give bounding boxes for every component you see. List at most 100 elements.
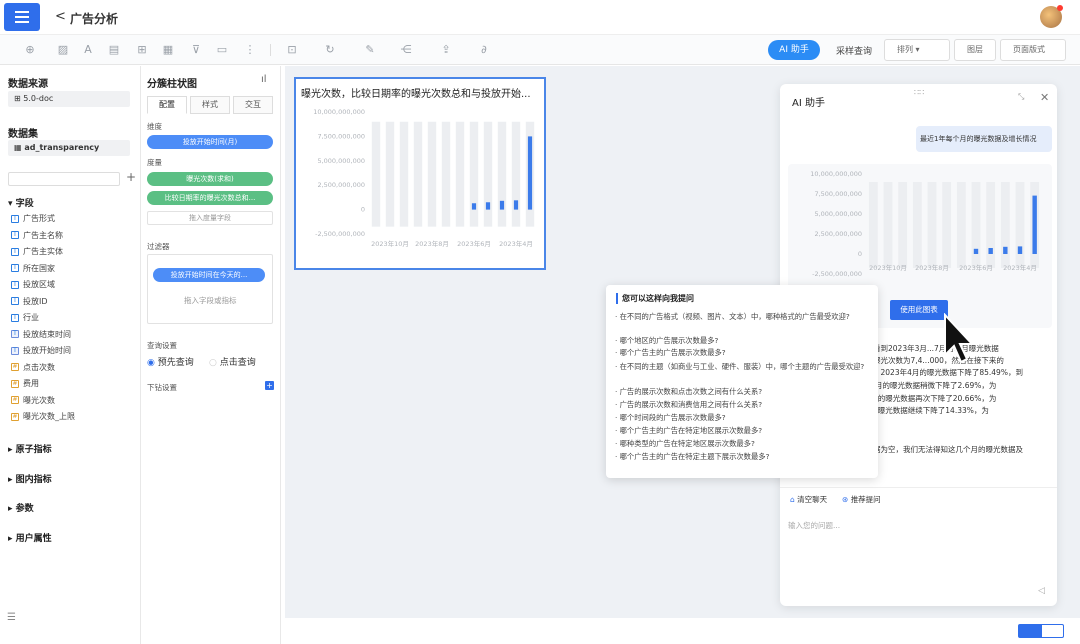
tab-config[interactable]: 配置 — [147, 96, 187, 114]
field-item[interactable]: T 所在国家 — [11, 263, 55, 274]
suggested-question[interactable]: · 哪个广告主的广告在特定主题下展示次数最多? — [615, 451, 871, 462]
question-text: 哪个地区的广告展示次数最多? — [619, 336, 719, 345]
collapse-panel-icon[interactable]: ☰ — [7, 612, 21, 626]
bar-background — [868, 182, 878, 268]
x-tick-label: 2023年8月 — [915, 263, 949, 272]
bar[interactable] — [485, 202, 491, 210]
datasource-select[interactable]: ⊞ 5.0-doc — [8, 91, 130, 107]
fields-group[interactable]: ▾ 字段 — [8, 196, 34, 209]
dimension-pill[interactable]: 投放开始时间(月) — [147, 135, 273, 149]
bar[interactable] — [527, 136, 533, 210]
bar[interactable] — [499, 200, 505, 210]
chart-card[interactable]: 曝光次数，比较日期率的曝光次数总和与投放开始... 10,000,000,000… — [294, 77, 546, 270]
menu-icon[interactable] — [4, 3, 40, 31]
group-item[interactable]: ▸ 参数 — [8, 501, 34, 514]
minimize-icon[interactable]: ⤡ — [1018, 92, 1024, 102]
add-icon[interactable]: + — [126, 170, 136, 184]
refresh-icon[interactable]: ↻ — [322, 42, 338, 58]
bar[interactable] — [1003, 246, 1008, 254]
field-label: 曝光次数 — [23, 395, 55, 405]
field-item[interactable]: T 广告主名称 — [11, 230, 63, 241]
field-item[interactable]: # 费用 — [11, 378, 39, 389]
avatar[interactable] — [1040, 5, 1063, 28]
recommend-questions-button[interactable]: ⊛ 推荐提问 — [842, 494, 881, 505]
suggested-question[interactable]: · 哪个地区的广告展示次数最多? — [615, 335, 871, 346]
edit-icon[interactable]: ✎ — [362, 42, 378, 58]
bar-chart-icon[interactable]: ıl — [261, 74, 267, 85]
image-icon[interactable]: ▨ — [55, 42, 71, 58]
bar[interactable] — [471, 203, 477, 210]
suggested-question[interactable]: · 广告的展示次数和点击次数之间有什么关系? — [615, 386, 871, 397]
component-icon[interactable]: ⊞ — [134, 42, 150, 58]
field-search-input[interactable] — [8, 172, 120, 186]
measure-pill[interactable]: 比较日期率的曝光次数总和... — [147, 191, 273, 205]
field-item[interactable]: T 投放区域 — [11, 279, 55, 290]
question-text: 广告的展示次数和点击次数之间有什么关系? — [619, 387, 763, 396]
export-icon[interactable]: ⇪ — [438, 42, 454, 58]
filter-icon[interactable]: ⊽ — [188, 42, 204, 58]
sample-query-toggle[interactable]: 采样查询 — [836, 44, 872, 57]
measure-drop-zone[interactable]: 拖入度量字段 — [147, 211, 273, 225]
desktop-view-icon[interactable] — [1019, 625, 1042, 637]
bar[interactable] — [513, 200, 519, 210]
view-toggle[interactable] — [1018, 624, 1064, 638]
suggested-question[interactable]: · 哪种类型的广告在特定地区展示次数最多? — [615, 438, 871, 449]
recommend-label: 推荐提问 — [850, 495, 881, 504]
dataset-select[interactable]: ▦ ad_transparency — [8, 140, 130, 156]
list-icon[interactable]: ▦ — [160, 42, 176, 58]
y-tick-label: 7,500,000,000 — [317, 132, 365, 140]
suggested-question[interactable]: · 广告的展示次数和消费信用之间有什么关系? — [615, 399, 871, 410]
more-icon[interactable]: ⋮ — [242, 42, 258, 58]
measure-pill[interactable]: 曝光次数(求和) — [147, 172, 273, 186]
text-icon[interactable]: A — [80, 42, 96, 58]
sort-dropdown[interactable]: 排列 ▾ — [884, 39, 950, 61]
bar[interactable] — [1032, 195, 1037, 254]
click-query-radio[interactable]: ○ 点击查询 — [209, 355, 256, 368]
bar[interactable] — [988, 248, 993, 254]
field-item[interactable]: T 广告形式 — [11, 213, 55, 224]
ai-assistant-button[interactable]: AI 助手 — [768, 40, 820, 60]
suggested-question[interactable]: · 哪个时间段的广告展示次数最多? — [615, 412, 871, 423]
field-item[interactable]: T 投放ID — [11, 296, 48, 307]
data-panel: 数据来源 ⊞ 5.0-doc 数据集 ▦ ad_transparency + ▾… — [0, 66, 141, 644]
tab-style[interactable]: 样式 — [190, 96, 230, 114]
suggested-question[interactable]: · 在不同的主题（如商业与工业、硬件、服装）中，哪个主题的广告最受欢迎? — [615, 361, 871, 372]
group-item[interactable]: ▸ 原子指标 — [8, 442, 52, 455]
group-item[interactable]: ▸ 图内指标 — [8, 472, 52, 485]
close-icon[interactable]: ✕ — [1040, 91, 1049, 104]
date-type-icon: T — [11, 346, 19, 355]
group-item[interactable]: ▸ 用户属性 — [8, 531, 52, 544]
tab-interaction[interactable]: 交互 — [233, 96, 273, 114]
preload-radio[interactable]: ◉ 预先查询 — [147, 355, 194, 368]
bar-background — [413, 121, 423, 227]
filter-pill[interactable]: 投放开始时间在今天的... — [153, 268, 265, 282]
link-icon[interactable]: ∂ — [476, 42, 492, 58]
clear-chat-button[interactable]: ⌂ 清空聊天 — [790, 494, 827, 505]
page-format-button[interactable]: 页面版式 — [1000, 39, 1066, 61]
field-item[interactable]: # 曝光次数_上限 — [11, 411, 75, 422]
send-icon[interactable]: ◁ — [1038, 586, 1045, 596]
layer-button[interactable]: 图层 — [954, 39, 996, 61]
use-chart-button[interactable]: 使用此图表 — [890, 300, 948, 320]
drag-handle-icon[interactable]: ∷∷ — [914, 88, 924, 97]
question-input[interactable]: 输入您的问题... — [788, 520, 840, 531]
field-item[interactable]: T 行业 — [11, 312, 39, 323]
suggested-question[interactable]: · 哪个广告主的广告展示次数最多? — [615, 347, 871, 358]
field-item[interactable]: T 投放开始时间 — [11, 345, 71, 356]
card-icon[interactable]: ▭ — [214, 42, 230, 58]
suggested-question[interactable]: · 在不同的广告格式（视频、图片、文本）中，哪种格式的广告最受欢迎? — [615, 311, 871, 322]
field-item[interactable]: T 广告主实体 — [11, 246, 63, 257]
add-drill-icon[interactable]: + — [265, 381, 274, 390]
table-icon[interactable]: ▤ — [106, 42, 122, 58]
bar[interactable] — [973, 248, 979, 254]
suggested-question[interactable]: · 哪个广告主的广告在特定地区展示次数最多? — [615, 425, 871, 436]
share-icon[interactable]: ⋲ — [398, 42, 414, 58]
field-item[interactable]: # 曝光次数 — [11, 395, 55, 406]
present-icon[interactable]: ⊡ — [284, 42, 300, 58]
field-item[interactable]: T 投放结束时间 — [11, 329, 71, 340]
bar[interactable] — [1017, 246, 1023, 254]
bar-background — [883, 182, 893, 268]
field-item[interactable]: # 点击次数 — [11, 362, 55, 373]
zoom-icon[interactable]: ⊕ — [22, 42, 38, 58]
back-button[interactable]: < — [55, 9, 66, 24]
